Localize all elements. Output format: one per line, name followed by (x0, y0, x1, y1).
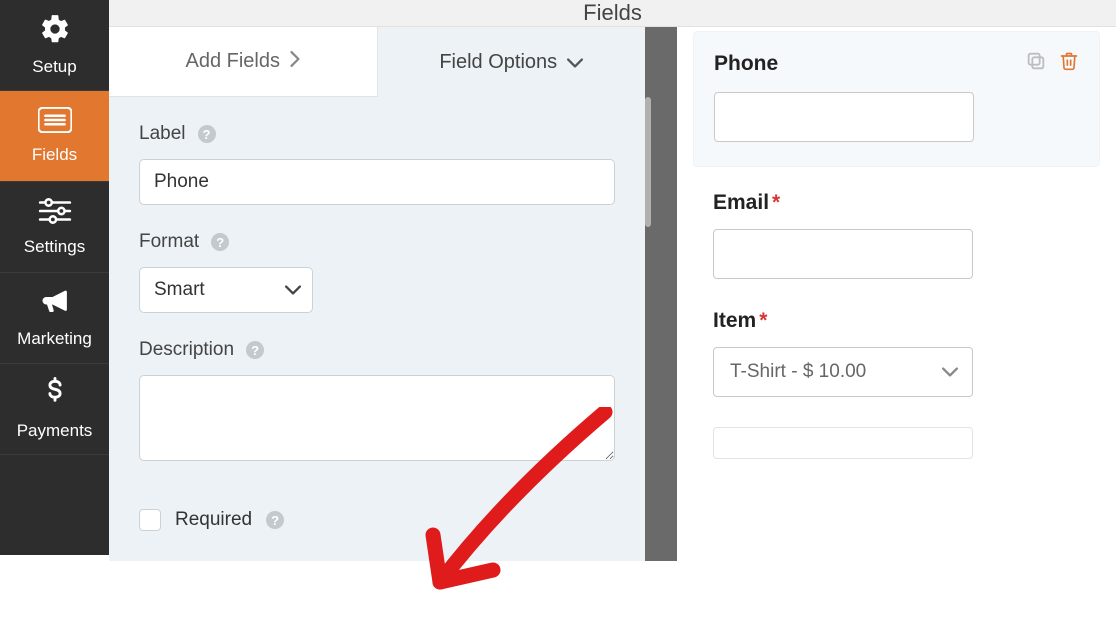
format-value: Smart (154, 279, 205, 301)
preview-field-item[interactable]: Item* T-Shirt - $ 10.00 (713, 309, 1080, 397)
preview-label: Item (713, 309, 756, 332)
topbar: Fields (109, 0, 1116, 27)
required-label: Required (175, 509, 252, 531)
tab-label: Field Options (439, 51, 557, 74)
gear-icon (39, 13, 71, 50)
required-checkbox[interactable] (139, 509, 161, 531)
duplicate-icon[interactable] (1025, 50, 1047, 78)
preview-item-value: T-Shirt - $ 10.00 (730, 361, 866, 383)
sidebar-item-marketing[interactable]: Marketing (0, 273, 109, 364)
format-heading: Format (139, 231, 199, 253)
sidebar: Setup Fields Settings Marketing Payments (0, 0, 109, 555)
preview-field-email[interactable]: Email* (713, 191, 1080, 279)
description-heading: Description (139, 339, 234, 361)
sidebar-item-payments[interactable]: Payments (0, 364, 109, 455)
page-title: Fields (583, 0, 642, 26)
preview-label: Phone (714, 52, 778, 76)
list-icon (38, 107, 72, 138)
scrollbar[interactable] (645, 97, 651, 227)
sliders-icon (38, 197, 72, 230)
sidebar-item-label: Settings (24, 237, 85, 257)
tab-field-options[interactable]: Field Options (378, 27, 646, 97)
field-options-panel: Label ? Format ? Smart (109, 97, 645, 561)
tab-add-fields[interactable]: Add Fields (109, 27, 378, 97)
help-icon[interactable]: ? (246, 341, 264, 359)
sidebar-item-label: Fields (32, 145, 77, 165)
form-preview: Phone (677, 27, 1116, 561)
preview-field-placeholder (713, 427, 973, 459)
chevron-right-icon (290, 50, 300, 73)
required-star-icon: * (772, 191, 780, 214)
help-icon[interactable]: ? (211, 233, 229, 251)
label-input[interactable] (139, 159, 615, 205)
sidebar-item-label: Payments (17, 421, 93, 441)
tab-label: Add Fields (186, 50, 281, 73)
preview-email-input[interactable] (713, 229, 973, 279)
sidebar-item-fields[interactable]: Fields (0, 91, 109, 182)
chevron-down-icon (942, 361, 958, 383)
chevron-down-icon (285, 279, 301, 301)
bullhorn-icon (39, 287, 71, 322)
label-heading: Label (139, 123, 186, 145)
help-icon[interactable]: ? (198, 125, 216, 143)
preview-phone-input[interactable] (714, 92, 974, 142)
trash-icon[interactable] (1059, 50, 1079, 78)
preview-item-select[interactable]: T-Shirt - $ 10.00 (713, 347, 973, 397)
preview-label: Email (713, 191, 769, 214)
sidebar-item-label: Marketing (17, 329, 92, 349)
preview-field-phone-selected[interactable]: Phone (693, 31, 1100, 167)
description-input[interactable] (139, 375, 615, 461)
chevron-down-icon (567, 51, 583, 74)
sidebar-item-settings[interactable]: Settings (0, 182, 109, 273)
required-star-icon: * (759, 309, 767, 332)
sidebar-item-setup[interactable]: Setup (0, 0, 109, 91)
sidebar-item-label: Setup (32, 57, 76, 77)
dollar-icon (45, 377, 65, 414)
help-icon[interactable]: ? (266, 511, 284, 529)
